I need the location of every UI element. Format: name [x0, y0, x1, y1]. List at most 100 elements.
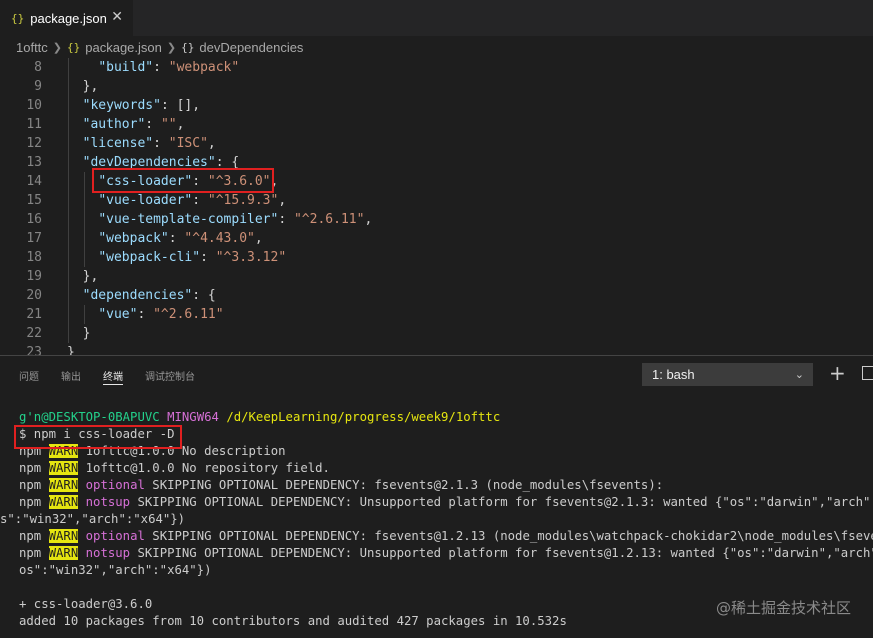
line-number: 10	[26, 98, 42, 113]
code-line: 19 },	[0, 267, 873, 286]
npm-label: npm	[19, 478, 42, 492]
warn-line: npm WARN notsup SKIPPING OPTIONAL DEPEND…	[19, 545, 873, 562]
warn-line: npm WARN 1ofttc@1.0.0 No repository fiel…	[19, 460, 330, 477]
code-text: "dependencies": {	[82, 288, 216, 303]
line-number: 17	[26, 231, 42, 246]
code-line: 9 },	[0, 77, 873, 96]
code-text: "build": "webpack"	[98, 60, 240, 75]
code-text: },	[67, 269, 99, 284]
tab-problems[interactable]: 问题	[19, 368, 39, 383]
code-text: "keywords": [],	[82, 98, 201, 113]
code-line: 21 "vue": "^2.6.11"	[0, 305, 873, 324]
code-line: 11 "author": "",	[0, 115, 873, 134]
object-icon: {}	[181, 40, 195, 54]
code-editor[interactable]: 8 "build": "webpack" 9 }, 10 "keywords": […	[0, 58, 873, 355]
npm-label: npm	[19, 529, 42, 543]
prompt-user: g'n@DESKTOP-0BAPUVC	[19, 410, 160, 424]
breadcrumb-item-folder[interactable]: 1ofttc	[16, 40, 48, 55]
warn-line: npm WARN optional SKIPPING OPTIONAL DEPE…	[19, 477, 663, 494]
prompt-path: /d/KeepLearning/progress/week9/1ofttc	[226, 410, 501, 424]
prompt-line: g'n@DESKTOP-0BAPUVC MINGW64 /d/KeepLearn…	[19, 409, 500, 426]
tab-debug-console[interactable]: 调试控制台	[145, 368, 195, 383]
warn-badge: WARN	[48, 478, 79, 492]
split-terminal-icon[interactable]	[862, 366, 873, 380]
line-number: 8	[34, 60, 42, 75]
npm-label: npm	[19, 495, 42, 509]
code-text: "vue": "^2.6.11"	[98, 307, 224, 322]
code-line: 12 "license": "ISC",	[0, 134, 873, 153]
highlight-box-css-loader	[92, 168, 274, 193]
optional-tag: optional	[85, 529, 145, 543]
line-number: 15	[26, 193, 42, 208]
line-number: 21	[26, 307, 42, 322]
json-file-icon: {}	[67, 40, 81, 54]
code-text: "vue-loader": "^15.9.3",	[98, 193, 287, 208]
optional-tag: optional	[85, 478, 145, 492]
terminal-select-value: 1: bash	[652, 367, 695, 382]
warn-message: 1ofttc@1.0.0 No repository field.	[78, 461, 330, 475]
code-text: "webpack": "^4.43.0",	[98, 231, 263, 246]
terminal-select[interactable]: 1: bash ⌄	[642, 363, 813, 386]
watermark: @稀土掘金技术社区	[715, 599, 851, 617]
prompt-env: MINGW64	[167, 410, 219, 424]
code-line: 23}	[0, 343, 873, 355]
warn-message: SKIPPING OPTIONAL DEPENDENCY: fsevents@2…	[144, 478, 664, 492]
npm-label: npm	[19, 546, 42, 560]
code-text: },	[67, 79, 99, 94]
code-line: 8 "build": "webpack"	[0, 58, 873, 77]
line-number: 20	[26, 288, 42, 303]
line-number: 13	[26, 155, 42, 170]
json-file-icon: {}	[11, 11, 25, 25]
line-number: 12	[26, 136, 42, 151]
new-terminal-plus-icon[interactable]: +	[829, 361, 846, 385]
warn-badge: WARN	[48, 461, 79, 475]
tab-package-json[interactable]: {} package.json ✕	[0, 0, 133, 36]
tab-title: package.json	[30, 10, 107, 26]
line-number: 19	[26, 269, 42, 284]
wrapped-line: os":"win32","arch":"x64"})	[19, 563, 212, 577]
tab-output[interactable]: 输出	[61, 368, 81, 383]
warn-message: SKIPPING OPTIONAL DEPENDENCY: fsevents@1…	[144, 529, 873, 543]
chevron-down-icon: ⌄	[794, 369, 804, 381]
breadcrumb: 1ofttc ❯ {} package.json ❯ {} devDepende…	[0, 36, 873, 58]
line-number: 9	[34, 79, 42, 94]
line-number: 22	[26, 326, 42, 341]
warn-badge: WARN	[48, 546, 79, 560]
notsup-tag: notsup	[85, 546, 131, 560]
highlight-box-command	[14, 425, 182, 449]
code-line: 16 "vue-template-compiler": "^2.6.11",	[0, 210, 873, 229]
chevron-right-icon: ❯	[52, 41, 63, 54]
code-text: "license": "ISC",	[82, 136, 216, 151]
result-line: + css-loader@3.6.0	[19, 597, 153, 611]
code-text: "webpack-cli": "^3.3.12"	[98, 250, 287, 265]
wrapped-line: s":"win32","arch":"x64"})	[0, 512, 186, 526]
line-number: 16	[26, 212, 42, 227]
code-text: "vue-template-compiler": "^2.6.11",	[98, 212, 373, 227]
line-number: 23	[26, 345, 42, 355]
warn-message: SKIPPING OPTIONAL DEPENDENCY: Unsupporte…	[137, 495, 873, 509]
breadcrumb-item-symbol[interactable]: devDependencies	[199, 40, 303, 55]
code-line: 18 "webpack-cli": "^3.3.12"	[0, 248, 873, 267]
code-line: 20 "dependencies": {	[0, 286, 873, 305]
notsup-tag: notsup	[85, 495, 131, 509]
result-line: added 10 packages from 10 contributors a…	[19, 614, 567, 628]
chevron-right-icon: ❯	[166, 41, 177, 54]
warn-message: SKIPPING OPTIONAL DEPENDENCY: Unsupporte…	[137, 546, 873, 560]
breadcrumb-item-file[interactable]: package.json	[85, 40, 162, 55]
tab-terminal[interactable]: 终端	[103, 368, 123, 385]
code-text: }	[67, 345, 75, 355]
warn-line: npm WARN notsup SKIPPING OPTIONAL DEPEND…	[19, 494, 873, 511]
code-line: 22 }	[0, 324, 873, 343]
code-text: }	[67, 326, 91, 341]
warn-badge: WARN	[48, 495, 79, 509]
close-icon[interactable]: ✕	[111, 9, 123, 25]
code-line: 17 "webpack": "^4.43.0",	[0, 229, 873, 248]
code-line: 15 "vue-loader": "^15.9.3",	[0, 191, 873, 210]
editor-tab-bar: {} package.json ✕	[0, 0, 873, 36]
npm-label: npm	[19, 461, 42, 475]
line-number: 14	[26, 174, 42, 189]
line-number: 11	[26, 117, 42, 132]
line-number: 18	[26, 250, 42, 265]
code-text: "author": "",	[82, 117, 185, 132]
warn-badge: WARN	[48, 529, 79, 543]
